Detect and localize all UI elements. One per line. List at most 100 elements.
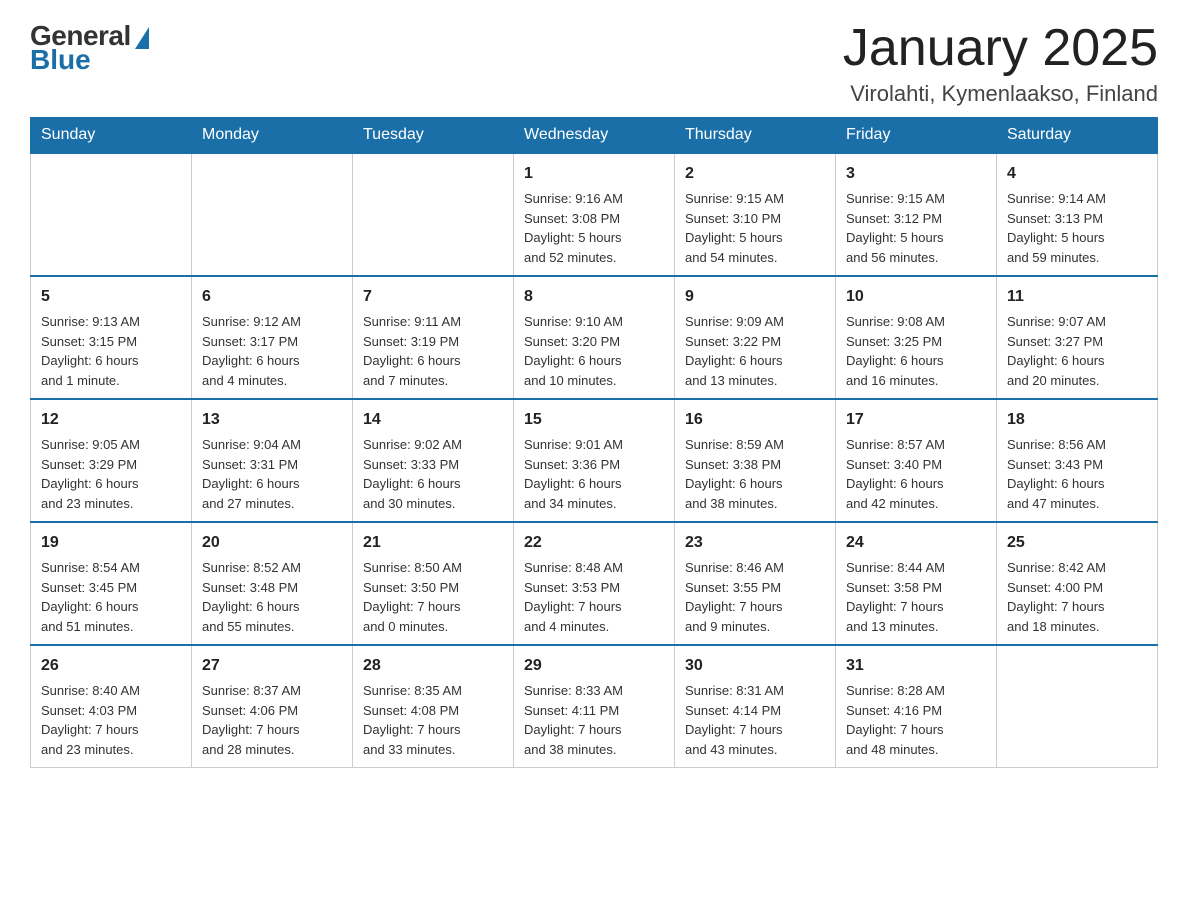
- weekday-header-row: SundayMondayTuesdayWednesdayThursdayFrid…: [31, 118, 1158, 154]
- day-info: Sunrise: 9:04 AM Sunset: 3:31 PM Dayligh…: [202, 435, 342, 513]
- calendar-cell: [353, 153, 514, 276]
- day-number: 17: [846, 408, 986, 432]
- calendar-header: SundayMondayTuesdayWednesdayThursdayFrid…: [31, 118, 1158, 154]
- calendar-cell: 5Sunrise: 9:13 AM Sunset: 3:15 PM Daylig…: [31, 276, 192, 399]
- weekday-header-monday: Monday: [192, 118, 353, 154]
- day-info: Sunrise: 9:07 AM Sunset: 3:27 PM Dayligh…: [1007, 312, 1147, 390]
- day-info: Sunrise: 8:50 AM Sunset: 3:50 PM Dayligh…: [363, 558, 503, 636]
- logo-blue-text: Blue: [30, 44, 91, 76]
- calendar-cell: 19 Sunrise: 8:54 AM Sunset: 3:45 PM Dayli…: [31, 522, 192, 645]
- day-number: 21: [363, 531, 503, 555]
- title-block: January 2025 Virolahti, Kymenlaakso, Fin…: [843, 20, 1158, 107]
- day-info: Sunrise: 8:33 AM Sunset: 4:11 PM Dayligh…: [524, 681, 664, 759]
- calendar-cell: 20 Sunrise: 8:52 AM Sunset: 3:48 PM Dayli…: [192, 522, 353, 645]
- calendar-cell: 9 Sunrise: 9:09 AM Sunset: 3:22 PM Daylig…: [675, 276, 836, 399]
- calendar-cell: 18 Sunrise: 8:56 AM Sunset: 3:43 PM Dayli…: [997, 399, 1158, 522]
- day-info: Sunrise: 8:31 AM Sunset: 4:14 PM Dayligh…: [685, 681, 825, 759]
- calendar-week-row: 26 Sunrise: 8:40 AM Sunset: 4:03 PM Dayli…: [31, 645, 1158, 768]
- calendar-cell: 16 Sunrise: 8:59 AM Sunset: 3:38 PM Dayli…: [675, 399, 836, 522]
- calendar-cell: 15 Sunrise: 9:01 AM Sunset: 3:36 PM Dayli…: [514, 399, 675, 522]
- day-number: 13: [202, 408, 342, 432]
- day-number: 23: [685, 531, 825, 555]
- day-info: Sunrise: 8:42 AM Sunset: 4:00 PM Dayligh…: [1007, 558, 1147, 636]
- calendar-week-row: 1Sunrise: 9:16 AM Sunset: 3:08 PM Daylig…: [31, 153, 1158, 276]
- day-number: 31: [846, 654, 986, 678]
- calendar-cell: 11Sunrise: 9:07 AM Sunset: 3:27 PM Dayli…: [997, 276, 1158, 399]
- calendar-cell: 8Sunrise: 9:10 AM Sunset: 3:20 PM Daylig…: [514, 276, 675, 399]
- calendar-cell: 6Sunrise: 9:12 AM Sunset: 3:17 PM Daylig…: [192, 276, 353, 399]
- day-number: 14: [363, 408, 503, 432]
- calendar-cell: 31Sunrise: 8:28 AM Sunset: 4:16 PM Dayli…: [836, 645, 997, 768]
- day-info: Sunrise: 8:54 AM Sunset: 3:45 PM Dayligh…: [41, 558, 181, 636]
- day-info: Sunrise: 8:46 AM Sunset: 3:55 PM Dayligh…: [685, 558, 825, 636]
- weekday-header-thursday: Thursday: [675, 118, 836, 154]
- calendar-cell: 10 Sunrise: 9:08 AM Sunset: 3:25 PM Dayli…: [836, 276, 997, 399]
- day-info: Sunrise: 9:02 AM Sunset: 3:33 PM Dayligh…: [363, 435, 503, 513]
- day-info: Sunrise: 9:11 AM Sunset: 3:19 PM Dayligh…: [363, 312, 503, 390]
- day-info: Sunrise: 8:48 AM Sunset: 3:53 PM Dayligh…: [524, 558, 664, 636]
- day-info: Sunrise: 9:16 AM Sunset: 3:08 PM Dayligh…: [524, 189, 664, 267]
- day-info: Sunrise: 9:14 AM Sunset: 3:13 PM Dayligh…: [1007, 189, 1147, 267]
- day-number: 2: [685, 162, 825, 186]
- calendar-cell: 17Sunrise: 8:57 AM Sunset: 3:40 PM Dayli…: [836, 399, 997, 522]
- calendar-cell: [997, 645, 1158, 768]
- weekday-header-friday: Friday: [836, 118, 997, 154]
- day-number: 3: [846, 162, 986, 186]
- calendar-cell: 30 Sunrise: 8:31 AM Sunset: 4:14 PM Dayli…: [675, 645, 836, 768]
- day-number: 19: [41, 531, 181, 555]
- calendar-cell: 3 Sunrise: 9:15 AM Sunset: 3:12 PM Daylig…: [836, 153, 997, 276]
- day-number: 16: [685, 408, 825, 432]
- day-number: 9: [685, 285, 825, 309]
- day-info: Sunrise: 9:15 AM Sunset: 3:10 PM Dayligh…: [685, 189, 825, 267]
- calendar-table: SundayMondayTuesdayWednesdayThursdayFrid…: [30, 117, 1158, 768]
- day-info: Sunrise: 8:40 AM Sunset: 4:03 PM Dayligh…: [41, 681, 181, 759]
- day-number: 29: [524, 654, 664, 678]
- day-number: 20: [202, 531, 342, 555]
- calendar-cell: 13 Sunrise: 9:04 AM Sunset: 3:31 PM Dayli…: [192, 399, 353, 522]
- calendar-cell: 28 Sunrise: 8:35 AM Sunset: 4:08 PM Dayli…: [353, 645, 514, 768]
- calendar-cell: [192, 153, 353, 276]
- day-number: 15: [524, 408, 664, 432]
- month-year-title: January 2025: [843, 20, 1158, 77]
- calendar-cell: 7Sunrise: 9:11 AM Sunset: 3:19 PM Daylig…: [353, 276, 514, 399]
- weekday-header-tuesday: Tuesday: [353, 118, 514, 154]
- calendar-cell: 23 Sunrise: 8:46 AM Sunset: 3:55 PM Dayli…: [675, 522, 836, 645]
- day-number: 12: [41, 408, 181, 432]
- calendar-cell: 14 Sunrise: 9:02 AM Sunset: 3:33 PM Dayli…: [353, 399, 514, 522]
- day-number: 24: [846, 531, 986, 555]
- day-info: Sunrise: 8:56 AM Sunset: 3:43 PM Dayligh…: [1007, 435, 1147, 513]
- day-number: 25: [1007, 531, 1147, 555]
- day-number: 30: [685, 654, 825, 678]
- day-info: Sunrise: 9:08 AM Sunset: 3:25 PM Dayligh…: [846, 312, 986, 390]
- day-info: Sunrise: 9:05 AM Sunset: 3:29 PM Dayligh…: [41, 435, 181, 513]
- page-header: General Blue January 2025 Virolahti, Kym…: [30, 20, 1158, 107]
- calendar-cell: 2 Sunrise: 9:15 AM Sunset: 3:10 PM Daylig…: [675, 153, 836, 276]
- calendar-week-row: 19 Sunrise: 8:54 AM Sunset: 3:45 PM Dayli…: [31, 522, 1158, 645]
- day-info: Sunrise: 8:37 AM Sunset: 4:06 PM Dayligh…: [202, 681, 342, 759]
- day-info: Sunrise: 8:44 AM Sunset: 3:58 PM Dayligh…: [846, 558, 986, 636]
- day-info: Sunrise: 8:35 AM Sunset: 4:08 PM Dayligh…: [363, 681, 503, 759]
- day-info: Sunrise: 8:59 AM Sunset: 3:38 PM Dayligh…: [685, 435, 825, 513]
- calendar-cell: 24 Sunrise: 8:44 AM Sunset: 3:58 PM Dayli…: [836, 522, 997, 645]
- calendar-cell: 22Sunrise: 8:48 AM Sunset: 3:53 PM Dayli…: [514, 522, 675, 645]
- day-number: 8: [524, 285, 664, 309]
- calendar-cell: 1Sunrise: 9:16 AM Sunset: 3:08 PM Daylig…: [514, 153, 675, 276]
- calendar-body: 1Sunrise: 9:16 AM Sunset: 3:08 PM Daylig…: [31, 153, 1158, 768]
- logo: General Blue: [30, 20, 149, 76]
- day-number: 10: [846, 285, 986, 309]
- calendar-week-row: 12 Sunrise: 9:05 AM Sunset: 3:29 PM Dayli…: [31, 399, 1158, 522]
- weekday-header-saturday: Saturday: [997, 118, 1158, 154]
- day-info: Sunrise: 9:13 AM Sunset: 3:15 PM Dayligh…: [41, 312, 181, 390]
- day-number: 27: [202, 654, 342, 678]
- day-info: Sunrise: 9:09 AM Sunset: 3:22 PM Dayligh…: [685, 312, 825, 390]
- weekday-header-wednesday: Wednesday: [514, 118, 675, 154]
- calendar-cell: 27 Sunrise: 8:37 AM Sunset: 4:06 PM Dayli…: [192, 645, 353, 768]
- day-info: Sunrise: 9:01 AM Sunset: 3:36 PM Dayligh…: [524, 435, 664, 513]
- day-info: Sunrise: 9:15 AM Sunset: 3:12 PM Dayligh…: [846, 189, 986, 267]
- day-number: 26: [41, 654, 181, 678]
- day-number: 28: [363, 654, 503, 678]
- day-info: Sunrise: 9:12 AM Sunset: 3:17 PM Dayligh…: [202, 312, 342, 390]
- day-number: 18: [1007, 408, 1147, 432]
- day-info: Sunrise: 8:52 AM Sunset: 3:48 PM Dayligh…: [202, 558, 342, 636]
- calendar-cell: 25 Sunrise: 8:42 AM Sunset: 4:00 PM Dayli…: [997, 522, 1158, 645]
